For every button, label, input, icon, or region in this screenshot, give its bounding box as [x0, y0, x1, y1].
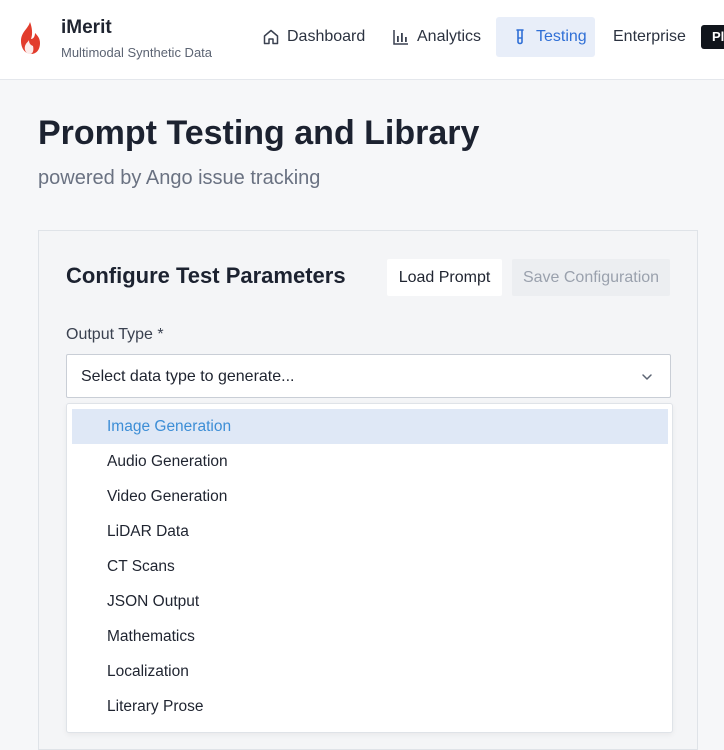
nav-dark-button[interactable]: Pl [701, 25, 724, 49]
brand-subtitle: Multimodal Synthetic Data [61, 45, 213, 60]
output-type-dropdown: Image Generation Audio Generation Video … [66, 403, 673, 733]
top-navigation-bar: iMerit Multimodal Synthetic Data Dashboa… [0, 0, 724, 80]
option-image-generation[interactable]: Image Generation [72, 409, 668, 444]
test-tube-icon [516, 29, 524, 45]
bar-chart-icon [393, 30, 408, 45]
select-placeholder: Select data type to generate... [81, 368, 295, 385]
option-json-output[interactable]: JSON Output [72, 584, 668, 619]
option-mathematics[interactable]: Mathematics [72, 619, 668, 654]
panel-title: Configure Test Parameters [66, 263, 346, 288]
page-title: Prompt Testing and Library [38, 114, 480, 152]
nav-item-dashboard[interactable]: Dashboard [262, 17, 365, 57]
option-lidar-data[interactable]: LiDAR Data [72, 514, 668, 549]
nav-label-testing: Testing [536, 28, 587, 45]
nav-item-enterprise[interactable]: Enterprise [613, 17, 686, 57]
save-configuration-button[interactable]: Save Configuration [512, 259, 670, 296]
option-localization[interactable]: Localization [72, 654, 668, 689]
nav-item-analytics[interactable]: Analytics [392, 17, 481, 57]
nav-label-dashboard: Dashboard [287, 28, 366, 45]
chevron-down-icon [642, 374, 652, 380]
option-video-generation[interactable]: Video Generation [72, 479, 668, 514]
load-prompt-button[interactable]: Load Prompt [387, 259, 502, 296]
brand-name[interactable]: iMerit [61, 17, 112, 39]
output-type-select[interactable]: Select data type to generate... [66, 354, 671, 398]
option-literary-prose[interactable]: Literary Prose [72, 689, 668, 724]
output-type-label: Output Type * [66, 326, 164, 343]
nav-label-enterprise: Enterprise [613, 28, 686, 45]
nav-label-analytics: Analytics [417, 28, 482, 45]
flame-icon[interactable] [18, 21, 42, 55]
home-icon [263, 29, 279, 45]
page-subtitle: powered by Ango issue tracking [38, 167, 321, 189]
option-ct-scans[interactable]: CT Scans [72, 549, 668, 584]
option-audio-generation[interactable]: Audio Generation [72, 444, 668, 479]
nav-item-testing[interactable]: Testing [496, 17, 595, 57]
